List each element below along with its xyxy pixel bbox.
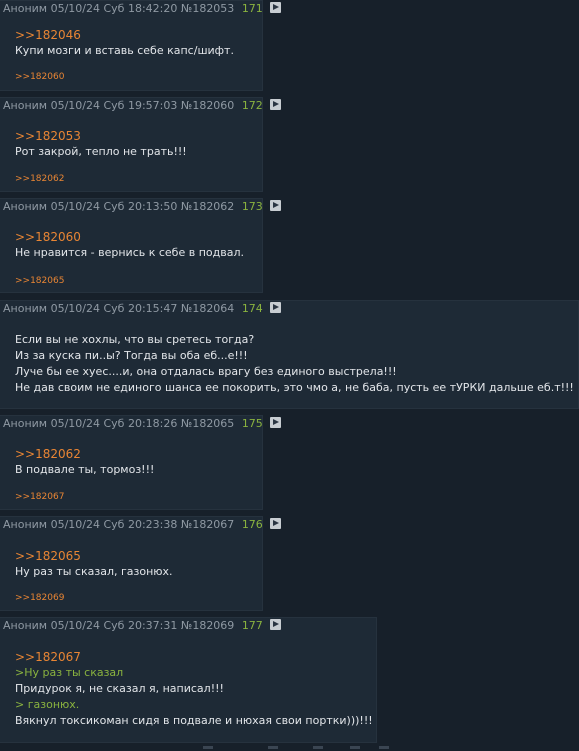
toolbar-icon[interactable] [350,746,360,749]
post-id-link[interactable]: №182053 [181,2,234,15]
backlink[interactable]: >>182069 [15,593,64,603]
post-menu-icon[interactable] [270,619,282,630]
poster-name: Аноним [3,99,48,112]
post-date: 05/10/24 Суб 20:15:47 [50,302,178,315]
poster-name: Аноним [3,302,48,315]
poster-name: Аноним [3,518,48,531]
toolbar-icon[interactable] [203,746,213,749]
post-date: 05/10/24 Суб 20:23:38 [50,518,178,531]
post-id-link[interactable]: №182069 [181,619,234,632]
post-date: 05/10/24 Суб 20:18:26 [50,417,178,430]
post-header: Аноним 05/10/24 Суб 20:18:26 №182065 175 [3,416,282,432]
reply-link[interactable]: >>182053 [15,128,187,144]
post-text-line: Придурок я, не сказал я, написал!!! [15,682,224,695]
post-text-line: В подвале ты, тормоз!!! [15,463,155,476]
post-text-line: Луче бы ее хуес....и, она отдалась врагу… [15,365,397,378]
post-menu-icon[interactable] [270,417,282,428]
post-header: Аноним 05/10/24 Суб 20:37:31 №182069 177 [3,618,282,634]
post-text-line: Вякнул токсикоман сидя в подвале и нюхая… [15,714,373,727]
poster-name: Аноним [3,2,48,15]
post-counter: 177 [241,619,263,632]
post-header: Аноним 05/10/24 Суб 20:13:50 №182062 173 [3,199,282,215]
post-text-line: Из за куска пи..ы? Тогда вы оба еб...е!!… [15,349,248,362]
post-menu-icon[interactable] [270,302,282,313]
post-body: >>182065 Ну раз ты сказал, газонюх. [15,548,173,580]
post-body: >>182062 В подвале ты, тормоз!!! [15,446,154,478]
reply-link[interactable]: >>182062 [15,446,154,462]
post-body: >>182060 Не нравится - вернись к себе в … [15,229,244,261]
backlink[interactable]: >>182065 [15,276,64,286]
post-date: 05/10/24 Суб 20:37:31 [50,619,178,632]
poster-name: Аноним [3,619,48,632]
post-menu-icon[interactable] [270,518,282,529]
post-text-line: Ну раз ты сказал, газонюх. [15,565,173,578]
post-id-link[interactable]: №182064 [181,302,234,315]
bottom-toolbar-edge [0,745,579,751]
quote-line: > газонюх. [15,698,80,711]
post-counter: 176 [241,518,263,531]
post-date: 05/10/24 Суб 18:42:20 [50,2,178,15]
post-text-line: Не дав своим не единого шанса ее покорит… [15,381,574,394]
reply-link[interactable]: >>182065 [15,548,173,564]
post-header: Аноним 05/10/24 Суб 19:57:03 №182060 172 [3,98,282,114]
post-counter: 172 [241,99,263,112]
reply-link[interactable]: >>182067 [15,649,373,665]
toolbar-icon[interactable] [313,746,323,749]
post-header: Аноним 05/10/24 Суб 20:23:38 №182067 176 [3,517,282,533]
post-header: Аноним 05/10/24 Суб 18:42:20 №182053 171 [3,1,282,17]
post-counter: 174 [241,302,263,315]
reply-link[interactable]: >>182060 [15,229,244,245]
post-text-line: Если вы не хохлы, что вы сретесь тогда? [15,333,255,346]
post-text-line: Не нравится - вернись к себе в подвал. [15,246,244,259]
post-body: >>182046 Купи мозги и вставь себе капс/ш… [15,27,234,59]
backlink[interactable]: >>182062 [15,174,64,184]
post-body: >>182053 Рот закрой, тепло не трать!!! [15,128,187,160]
post-header: Аноним 05/10/24 Суб 20:15:47 №182064 174 [3,301,282,317]
post-id-link[interactable]: №182065 [181,417,234,430]
post: Аноним 05/10/24 Суб 20:23:38 №182067 176… [0,516,282,611]
post-body: >>182067 >Ну раз ты сказал Придурок я, н… [15,649,373,729]
post-counter: 173 [241,200,263,213]
post-date: 05/10/24 Суб 19:57:03 [50,99,178,112]
post: Аноним 05/10/24 Суб 20:15:47 №182064 174… [0,300,579,409]
toolbar-icon[interactable] [379,746,389,749]
backlink[interactable]: >>182067 [15,492,64,502]
post: Аноним 05/10/24 Суб 18:42:20 №182053 171… [0,0,282,91]
reply-link[interactable]: >>182046 [15,27,234,43]
post-menu-icon[interactable] [270,2,282,13]
post-body: Если вы не хохлы, что вы сретесь тогда? … [15,332,574,396]
post-counter: 171 [241,2,263,15]
post: Аноним 05/10/24 Суб 20:18:26 №182065 175… [0,415,282,510]
backlink[interactable]: >>182060 [15,72,64,82]
post: Аноним 05/10/24 Суб 20:13:50 №182062 173… [0,198,282,293]
poster-name: Аноним [3,417,48,430]
post-date: 05/10/24 Суб 20:13:50 [50,200,178,213]
post-menu-icon[interactable] [270,99,282,110]
poster-name: Аноним [3,200,48,213]
quote-line: >Ну раз ты сказал [15,666,124,679]
post-counter: 175 [241,417,263,430]
post-menu-icon[interactable] [270,200,282,211]
post-text-line: Купи мозги и вставь себе капс/шифт. [15,44,234,57]
toolbar-icon[interactable] [268,746,278,749]
post-id-link[interactable]: №182067 [181,518,234,531]
post: Аноним 05/10/24 Суб 19:57:03 №182060 172… [0,97,282,192]
post-id-link[interactable]: №182060 [181,99,234,112]
post: Аноним 05/10/24 Суб 20:37:31 №182069 177… [0,617,377,743]
post-text-line: Рот закрой, тепло не трать!!! [15,145,187,158]
post-id-link[interactable]: №182062 [181,200,234,213]
